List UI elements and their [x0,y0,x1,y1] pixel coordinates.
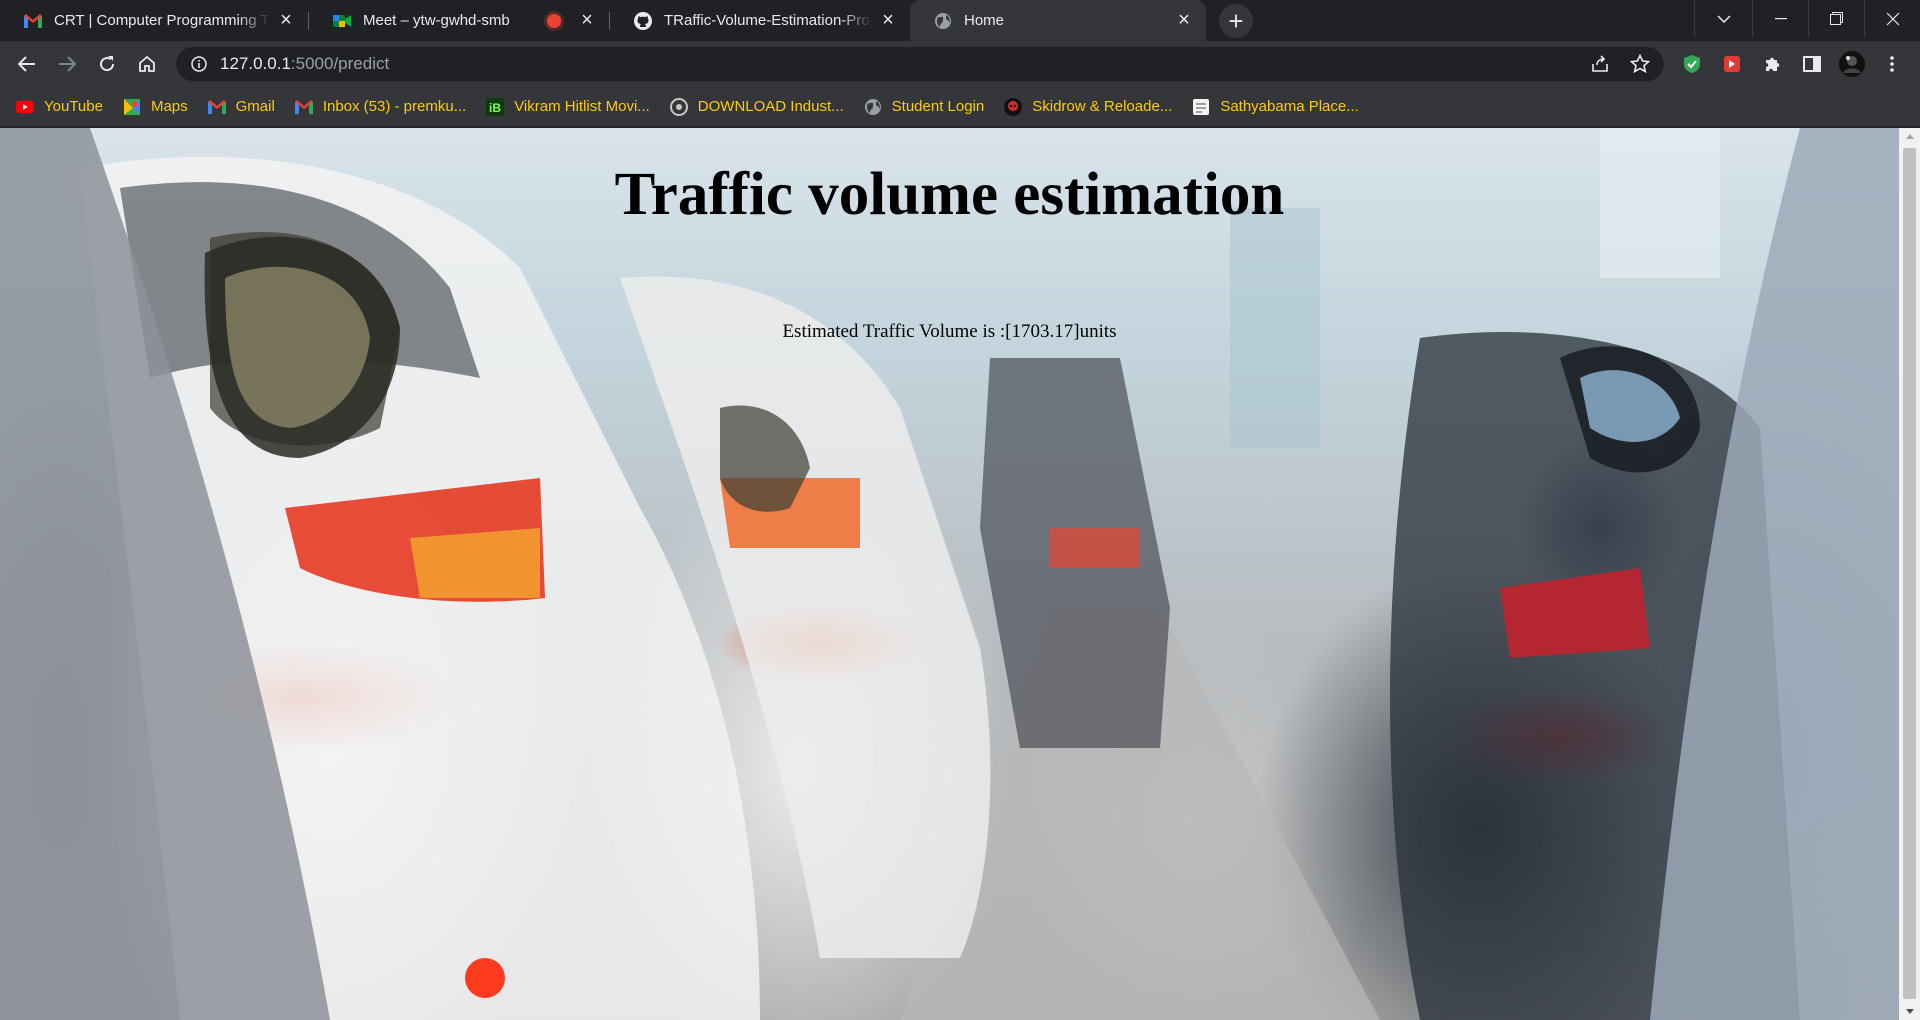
bookmark-label: Sathyabama Place... [1220,98,1359,115]
bookmark-youtube[interactable]: YouTube [16,98,103,116]
back-icon[interactable] [11,48,43,80]
tab-title: Meet – ytw-gwhd-smb [363,12,510,29]
globe-icon [934,12,952,30]
svg-text:iB: iB [489,101,501,115]
gmail-icon [294,98,313,116]
site-info-icon[interactable] [190,55,208,73]
close-window-icon[interactable] [1864,0,1920,37]
tab-github[interactable]: TRaffic-Volume-Estimation-Proje × [610,0,910,41]
bookmark-gmail[interactable]: Gmail [207,98,275,116]
bookmark-label: Student Login [891,98,985,115]
url-text[interactable]: 127.0.0.1:5000/predict [220,54,1584,74]
bookmark-sathyabama[interactable]: Sathyabama Place... [1192,98,1359,116]
github-icon [634,11,652,30]
url-path: :5000/predict [290,54,390,73]
tab-search-icon[interactable] [1694,0,1752,37]
profile-avatar[interactable] [1836,48,1868,80]
tab-meet[interactable]: Meet – ytw-gwhd-smb × [309,0,609,41]
scroll-down-arrow-icon[interactable] [1899,1003,1920,1020]
bookmarks-bar: YouTube Maps Gmail Inbox (53) - premku..… [0,87,1920,127]
close-icon[interactable]: × [276,9,296,31]
bookmark-label: Inbox (53) - premku... [322,98,467,115]
prediction-result: Estimated Traffic Volume is :[1703.17]un… [782,321,1117,342]
tab-strip: CRT | Computer Programming Tr × Meet – y… [0,0,1920,41]
youtube-icon [16,98,34,116]
minimize-icon[interactable] [1752,0,1808,37]
tab-title: Home [964,12,1005,29]
restore-icon[interactable] [1808,0,1864,37]
window-controls [1694,0,1920,41]
bookmark-label: Skidrow & Reloade... [1032,98,1173,115]
bookmark-student-login[interactable]: Student Login [864,98,985,116]
extensions-puzzle-icon[interactable] [1756,48,1788,80]
tab-title: CRT | Computer Programming Tr [54,12,270,29]
url-host: 127.0.0.1 [220,54,291,73]
vertical-scrollbar[interactable] [1899,128,1920,1020]
skull-icon [1004,97,1023,116]
address-bar[interactable]: 127.0.0.1:5000/predict [176,47,1664,81]
recording-icon [547,13,561,28]
close-icon[interactable]: × [878,9,898,31]
share-icon[interactable] [1584,48,1616,80]
page-icon [1192,98,1210,116]
bookmark-label: Gmail [235,98,275,115]
side-panel-icon[interactable] [1796,48,1828,80]
forward-icon[interactable] [51,48,83,80]
close-icon[interactable]: × [577,9,597,31]
bookmark-skidrow[interactable]: Skidrow & Reloade... [1004,97,1173,116]
reload-icon[interactable] [91,48,123,80]
bookmark-download[interactable]: DOWNLOAD Indust... [669,97,844,116]
bookmark-maps[interactable]: Maps [123,98,188,116]
background-traffic-image [0,128,1899,1020]
tab-title: TRaffic-Volume-Estimation-Proje [664,12,872,29]
ib-icon: iB [486,97,505,116]
browser-toolbar: 127.0.0.1:5000/predict [0,41,1920,87]
bookmark-label: DOWNLOAD Indust... [697,98,844,115]
bookmark-star-icon[interactable] [1624,48,1656,80]
shield-extension-icon[interactable] [1676,48,1708,80]
bookmark-label: Maps [150,98,188,115]
bookmark-label: YouTube [44,98,103,115]
page-viewport: Traffic volume estimation Estimated Traf… [0,128,1899,1020]
scrollbar-thumb[interactable] [1903,148,1916,999]
gmail-icon [207,98,226,116]
new-tab-button[interactable]: + [1219,4,1253,38]
tab-home[interactable]: Home × [910,0,1206,41]
menu-kebab-icon[interactable] [1876,48,1908,80]
bookmark-inbox[interactable]: Inbox (53) - premku... [294,98,467,116]
globe-icon [864,98,882,116]
close-icon[interactable]: × [1174,9,1194,31]
home-icon[interactable] [131,48,163,80]
bookmark-label: Vikram Hitlist Movi... [514,98,650,115]
tab-crt[interactable]: CRT | Computer Programming Tr × [0,0,308,41]
settings-globe-icon [669,97,688,116]
scroll-up-arrow-icon[interactable] [1899,128,1920,145]
gmail-icon [24,12,42,30]
video-extension-icon[interactable] [1716,48,1748,80]
bookmark-vikram[interactable]: iB Vikram Hitlist Movi... [486,97,650,116]
maps-icon [123,98,141,116]
meet-icon [333,12,351,30]
page-title: Traffic volume estimation [614,161,1285,228]
